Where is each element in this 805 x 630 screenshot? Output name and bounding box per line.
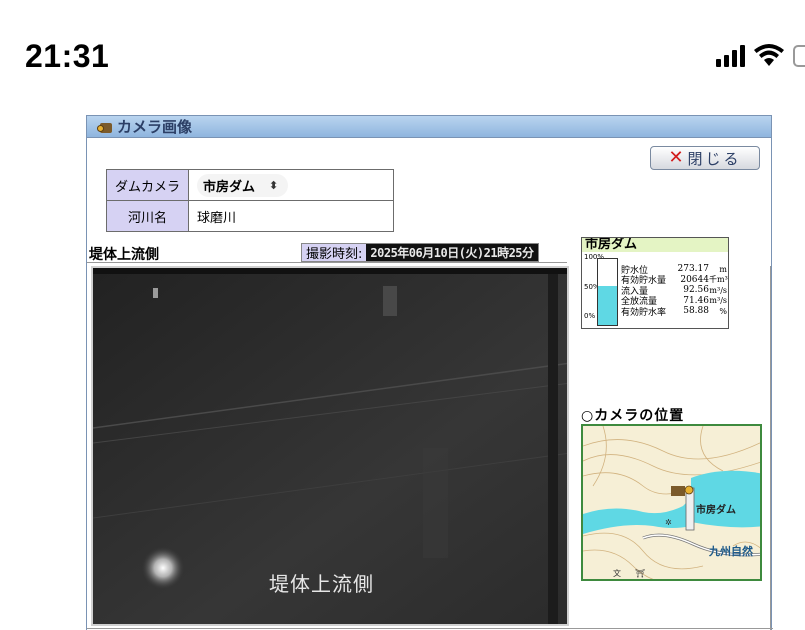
dam-status-name: 市房ダム bbox=[582, 238, 728, 252]
river-name-key: 河川名 bbox=[106, 200, 189, 232]
camera-window: カメラ画像 ✕ 閉じる ダムカメラ 市房ダム ⬍ 河川名 球磨川 堤体上流側 撮… bbox=[86, 115, 773, 630]
svg-text:⛩: ⛩ bbox=[635, 569, 645, 578]
status-value: 71.46 bbox=[683, 295, 709, 306]
wifi-icon bbox=[754, 44, 784, 66]
shot-time-box: 撮影時刻: 2025年06月10日(火)21時25分 bbox=[301, 243, 539, 262]
map-label-park: 九州自然 bbox=[709, 545, 753, 558]
divider bbox=[770, 266, 771, 630]
status-unit: m bbox=[719, 264, 727, 274]
table-row: ダムカメラ 市房ダム ⬍ bbox=[106, 169, 394, 201]
camera-caption: 堤体上流側 bbox=[269, 572, 374, 596]
status-icons bbox=[716, 40, 805, 72]
close-icon: ✕ bbox=[668, 147, 684, 168]
status-time: 21:31 bbox=[25, 38, 110, 74]
dam-select[interactable]: 市房ダム ⬍ bbox=[197, 173, 289, 197]
status-value: 273.17 bbox=[677, 264, 710, 275]
dam-info-table: ダムカメラ 市房ダム ⬍ 河川名 球磨川 bbox=[106, 169, 394, 232]
window-title: カメラ画像 bbox=[117, 118, 193, 136]
status-unit: m³/s bbox=[709, 285, 727, 295]
status-row: 有効貯水率 58.88 % bbox=[621, 306, 727, 318]
window-title-bar: カメラ画像 bbox=[87, 116, 771, 138]
signal-icon bbox=[716, 45, 745, 67]
svg-text:文: 文 bbox=[613, 568, 621, 578]
scale-label: 0% bbox=[584, 312, 596, 320]
status-unit: m³/s bbox=[709, 296, 727, 306]
camera-image: 堤体上流側 bbox=[91, 266, 569, 626]
status-value: 20644 bbox=[680, 274, 709, 285]
status-unit: % bbox=[719, 306, 727, 316]
dam-status-panel: 市房ダム 100% 50% 0% 貯水位 273.17 m 有効貯水量 2064… bbox=[581, 237, 729, 329]
dam-camera-key: ダムカメラ bbox=[106, 169, 189, 201]
battery-icon bbox=[793, 45, 805, 67]
close-button-label: 閉じる bbox=[687, 149, 742, 168]
dam-camera-value-cell: 市房ダム ⬍ bbox=[188, 169, 394, 201]
close-button[interactable]: ✕ 閉じる bbox=[650, 146, 760, 170]
divider bbox=[87, 628, 773, 629]
status-unit: 千m³ bbox=[709, 275, 728, 285]
camera-icon bbox=[97, 120, 113, 134]
river-name-value: 球磨川 bbox=[188, 200, 394, 232]
divider bbox=[87, 262, 567, 263]
chevron-updown-icon: ⬍ bbox=[269, 178, 279, 192]
storage-gauge bbox=[597, 258, 618, 326]
map-camera-marker bbox=[671, 486, 685, 496]
camera-location-label: 堤体上流側 bbox=[89, 247, 159, 263]
shot-time-label: 撮影時刻: bbox=[302, 244, 367, 262]
camera-location-map[interactable]: 文 ⛩ ✲ 市房ダム 九州自然 bbox=[581, 424, 762, 581]
map-title: ○カメラの位置 bbox=[581, 408, 685, 424]
dam-status-rows: 貯水位 273.17 m 有効貯水量 20644 千m³ 流入量 92.56 m… bbox=[621, 264, 728, 318]
table-row: 河川名 球磨川 bbox=[106, 200, 394, 232]
status-value: 92.56 bbox=[683, 285, 709, 296]
status-label: 有効貯水率 bbox=[621, 307, 667, 318]
shot-time-value: 2025年06月10日(火)21時25分 bbox=[366, 244, 538, 261]
storage-gauge-fill bbox=[598, 286, 617, 325]
svg-text:✲: ✲ bbox=[665, 518, 672, 527]
dam-select-value: 市房ダム bbox=[203, 179, 256, 195]
status-value: 58.88 bbox=[683, 306, 709, 317]
map-label-dam: 市房ダム bbox=[696, 505, 736, 516]
